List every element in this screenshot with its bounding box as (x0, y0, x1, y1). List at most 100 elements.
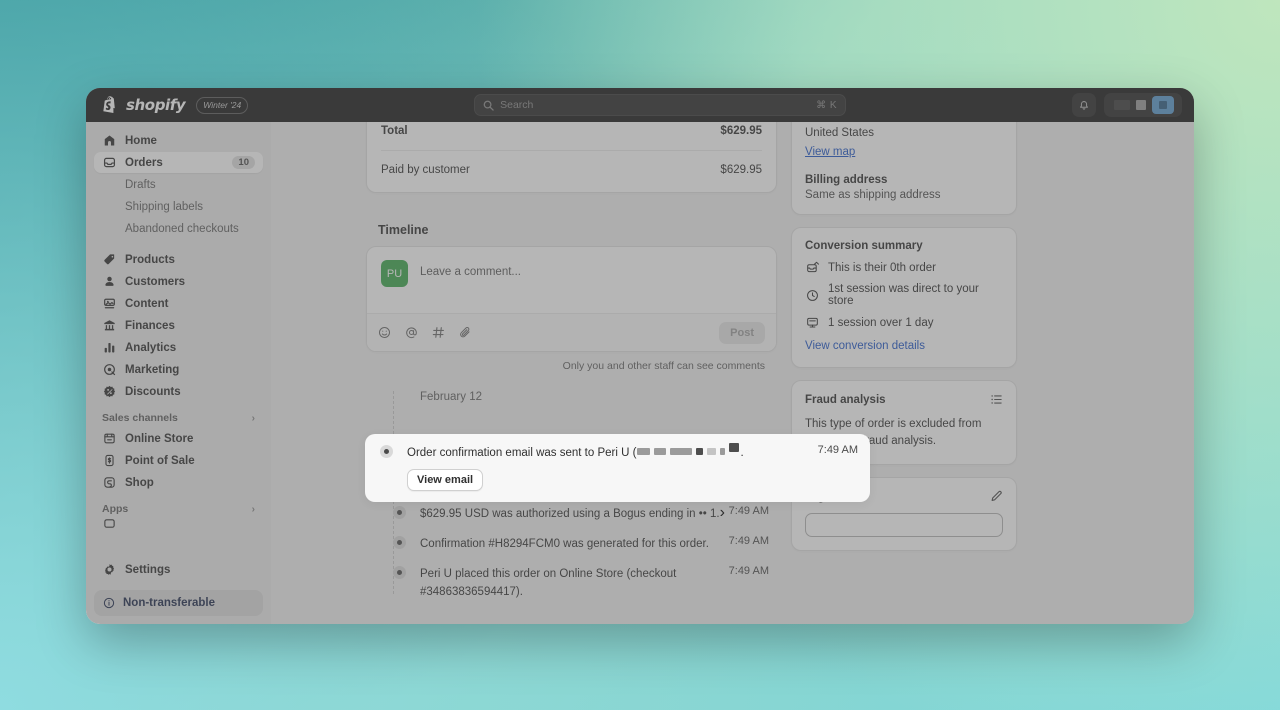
conversion-row-session-source: 1st session was direct to your store (805, 283, 1003, 307)
timeline-row-body: Confirmation #H8294FCM0 was generated fo… (420, 534, 729, 552)
sidebar-item-products[interactable]: Products (94, 249, 263, 270)
comment-input[interactable]: Leave a comment... (420, 260, 521, 278)
sidebar-item-label: Customers (125, 275, 186, 288)
store-account-chip[interactable] (1104, 93, 1182, 117)
timeline-dot-icon (392, 566, 406, 579)
view-email-button[interactable]: View email (407, 469, 484, 491)
view-conversion-details-link[interactable]: View conversion details (805, 340, 925, 352)
post-button[interactable]: Post (719, 321, 765, 344)
timeline-row-time: 7:49 AM (817, 444, 858, 456)
sidebar-subitem-label: Drafts (125, 178, 156, 191)
order-repeat-icon (805, 261, 819, 274)
bell-icon (1078, 99, 1090, 111)
emoji-icon[interactable] (378, 326, 391, 339)
timeline-heading: Timeline (378, 223, 429, 237)
view-map-link[interactable]: View map (805, 146, 855, 158)
non-transferable-badge[interactable]: Non-transferable (94, 590, 263, 616)
paid-by-customer-row: Paid by customer $629.95 (381, 160, 762, 180)
conversion-row-text: 1st session was direct to your store (828, 283, 979, 307)
sidebar-item-customers[interactable]: Customers (94, 271, 263, 292)
timeline-row-order-confirmation-email[interactable]: Order confirmation email was sent to Per… (365, 434, 870, 502)
app-body: Home Orders 10 Drafts Shipping labels Ab… (86, 122, 1194, 624)
shopify-logo[interactable]: shopify Winter '24 (96, 96, 249, 114)
timeline-row-confirmation[interactable]: Confirmation #H8294FCM0 was generated fo… (378, 528, 777, 558)
conversion-summary-title: Conversion summary (805, 240, 923, 252)
timeline-row-body: Peri U placed this order on Online Store… (420, 564, 729, 600)
sidebar-item-orders[interactable]: Orders 10 (94, 152, 263, 173)
sidebar: Home Orders 10 Drafts Shipping labels Ab… (86, 122, 271, 624)
version-pill: Winter '24 (196, 96, 249, 114)
target-icon (102, 363, 116, 377)
sidebar-item-label: Shop (125, 476, 154, 489)
sidebar-item-analytics[interactable]: Analytics (94, 337, 263, 358)
sidebar-item-label: Settings (125, 563, 171, 576)
mention-icon[interactable] (405, 326, 418, 339)
notifications-button[interactable] (1072, 93, 1096, 117)
sidebar-item-content[interactable]: Content (94, 293, 263, 314)
shopify-bag-icon (102, 96, 119, 114)
shopify-admin-window: shopify Winter '24 Search ⌘ K Home Order… (86, 88, 1194, 624)
hashtag-icon[interactable] (432, 326, 445, 339)
sidebar-item-settings[interactable]: Settings (94, 559, 263, 580)
chevron-right-icon[interactable]: › (720, 504, 725, 521)
primary-nav: Home Orders 10 Drafts Shipping labels Ab… (86, 130, 271, 529)
home-icon (102, 134, 116, 148)
conversion-row-order-count: This is their 0th order (805, 261, 1003, 274)
paid-label: Paid by customer (381, 164, 470, 176)
sidebar-item-home[interactable]: Home (94, 130, 263, 151)
conversion-summary-card: Conversion summary This is their 0th ord… (791, 227, 1017, 368)
sidebar-item-label: Content (125, 297, 169, 310)
timeline-row-text: $629.95 USD was authorized using a Bogus… (420, 508, 720, 520)
pencil-icon[interactable] (990, 490, 1003, 503)
tag-icon (102, 253, 116, 267)
search-input[interactable]: Search ⌘ K (474, 94, 847, 116)
sales-channels-header[interactable]: Sales channels › (94, 408, 263, 428)
timeline-row-text: Confirmation #H8294FCM0 was generated fo… (420, 538, 709, 550)
sidebar-item-online-store[interactable]: Online Store (94, 428, 263, 449)
sidebar-subitem-drafts[interactable]: Drafts (94, 174, 263, 195)
sales-channels-label: Sales channels (102, 412, 178, 424)
sidebar-subitem-shipping-labels[interactable]: Shipping labels (94, 196, 263, 217)
list-menu-icon[interactable] (990, 393, 1003, 406)
conversion-row-text: This is their 0th order (828, 261, 937, 274)
avatar[interactable] (1152, 96, 1174, 114)
gear-icon (102, 563, 116, 577)
tags-input[interactable] (805, 513, 1003, 537)
timeline-row-authorized[interactable]: $629.95 USD was authorized using a Bogus… (378, 498, 777, 528)
top-bar: shopify Winter '24 Search ⌘ K (86, 88, 1194, 122)
timeline-row-placed[interactable]: Peri U placed this order on Online Store… (378, 558, 777, 606)
billing-address-title: Billing address (805, 174, 888, 186)
shop-bag-icon (102, 476, 116, 490)
center-column: Shipping Economy (0.0 lb) $0.00 Total $6… (271, 122, 777, 624)
sidebar-subitem-label: Shipping labels (125, 200, 204, 213)
store-name-redacted (1114, 100, 1130, 110)
sidebar-subitem-label: Abandoned checkouts (125, 222, 239, 235)
sidebar-item-point-of-sale[interactable]: Point of Sale (94, 450, 263, 471)
sidebar-subitem-abandoned-checkouts[interactable]: Abandoned checkouts (94, 218, 263, 239)
sidebar-item-shop[interactable]: Shop (94, 472, 263, 493)
sidebar-item-finances[interactable]: Finances (94, 315, 263, 336)
address-country-line: United States (805, 127, 875, 139)
orders-count-badge: 10 (232, 156, 255, 169)
timeline-row-time: 7:49 AM (728, 535, 769, 547)
info-circle-icon (103, 597, 115, 609)
comment-privacy-note: Only you and other staff can see comment… (562, 360, 765, 372)
timeline-date-group: February 12 (420, 391, 483, 403)
sidebar-item-app-truncated[interactable] (94, 519, 263, 528)
timeline-dot-wrap (378, 564, 420, 579)
app-icon (102, 519, 116, 528)
timeline-dot-icon (392, 536, 406, 549)
sidebar-item-marketing[interactable]: Marketing (94, 359, 263, 380)
timeline-row-body: Order confirmation email was sent to Per… (407, 443, 818, 491)
fraud-analysis-header: Fraud analysis (805, 393, 1003, 406)
bank-icon (102, 319, 116, 333)
search-wrapper: Search ⌘ K (248, 94, 1072, 116)
sidebar-item-discounts[interactable]: Discounts (94, 381, 263, 402)
attachment-icon[interactable] (459, 326, 472, 339)
totals-row-label: Total (381, 125, 408, 137)
redacted-email-address (637, 443, 740, 456)
apps-header[interactable]: Apps › (94, 499, 263, 519)
sidebar-item-label: Online Store (125, 432, 194, 445)
totals-row-amount: $629.95 (720, 125, 762, 137)
timeline-dot-icon (392, 506, 406, 519)
